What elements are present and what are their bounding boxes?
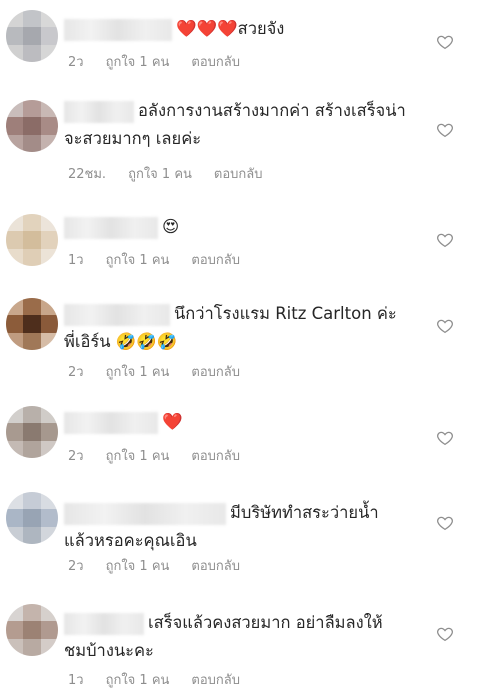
comment-time: 1ว xyxy=(68,673,84,688)
reply-link[interactable]: ตอบกลับ xyxy=(191,673,240,688)
comment-item: ❤️❤️❤️สวยจัง 2ว ถูกใจ 1 คน ตอบกลับ xyxy=(0,0,480,88)
comment-meta: 2ว ถูกใจ 1 คน ตอบกลับ xyxy=(68,51,262,72)
reply-link[interactable]: ตอบกลับ xyxy=(191,365,240,380)
reply-link[interactable]: ตอบกลับ xyxy=(214,167,263,182)
heart-outline-icon[interactable] xyxy=(436,625,454,643)
comment-item: ❤️ 2ว ถูกใจ 1 คน ตอบกลับ xyxy=(0,394,480,480)
like-count-link[interactable]: ถูกใจ 1 คน xyxy=(106,55,170,70)
comment-body: เสร็จแล้วคงสวยมาก อย่าลืมลงให้ ชมบ้างนะค… xyxy=(64,609,409,665)
comment-time: 1ว xyxy=(68,253,84,268)
username-blurred[interactable] xyxy=(64,502,226,525)
comment-text-line2: ชมบ้างนะคะ xyxy=(64,641,154,660)
username-blurred[interactable] xyxy=(64,100,134,123)
comment-item: เสร็จแล้วคงสวยมาก อย่าลืมลงให้ ชมบ้างนะค… xyxy=(0,592,480,696)
heart-outline-icon[interactable] xyxy=(436,317,454,335)
reply-link[interactable]: ตอบกลับ xyxy=(191,253,240,268)
comment-item: อลังการงานสร้างมากค่า สร้างเสร็จน่า จะสว… xyxy=(0,88,480,200)
username-blurred[interactable] xyxy=(64,612,144,635)
heart-outline-icon[interactable] xyxy=(436,231,454,249)
comment-text-line2: แล้วหรอคะคุณเอิน xyxy=(64,531,197,550)
like-count-link[interactable]: ถูกใจ 1 คน xyxy=(128,167,192,182)
comment-time: 2ว xyxy=(68,365,84,380)
comment-meta: 2ว ถูกใจ 1 คน ตอบกลับ xyxy=(68,445,262,466)
comment-meta: 2ว ถูกใจ 1 คน ตอบกลับ xyxy=(68,555,262,576)
comment-body: อลังการงานสร้างมากค่า สร้างเสร็จน่า จะสว… xyxy=(64,97,409,153)
comment-time: 22ชม. xyxy=(68,167,107,182)
comment-time: 2ว xyxy=(68,449,84,464)
reply-link[interactable]: ตอบกลับ xyxy=(191,55,240,70)
comment-body: นึกว่าโรงแรม Ritz Carlton ค่ะ พี่เอิร์น … xyxy=(64,300,409,356)
comment-text: 😍 xyxy=(162,217,180,236)
avatar[interactable] xyxy=(6,298,58,350)
avatar[interactable] xyxy=(6,604,58,656)
comment-body: ❤️ xyxy=(64,408,409,436)
heart-outline-icon[interactable] xyxy=(436,429,454,447)
comment-text-line2: พี่เอิร์น 🤣🤣🤣 xyxy=(64,332,178,351)
username-blurred[interactable] xyxy=(64,411,158,434)
comment-item: นึกว่าโรงแรม Ritz Carlton ค่ะ พี่เอิร์น … xyxy=(0,286,480,394)
username-blurred[interactable] xyxy=(64,18,172,41)
comment-text: อลังการงานสร้างมากค่า สร้างเสร็จน่า xyxy=(138,101,406,120)
heart-outline-icon[interactable] xyxy=(436,514,454,532)
avatar[interactable] xyxy=(6,100,58,152)
comment-meta: 1ว ถูกใจ 1 คน ตอบกลับ xyxy=(68,249,262,270)
comment-text: ❤️❤️❤️สวยจัง xyxy=(176,19,285,38)
avatar[interactable] xyxy=(6,492,58,544)
comment-text: เสร็จแล้วคงสวยมาก อย่าลืมลงให้ xyxy=(148,613,383,632)
comment-body: มีบริษัททำสระว่ายน้ำ แล้วหรอคะคุณเอิน xyxy=(64,499,409,555)
like-count-link[interactable]: ถูกใจ 1 คน xyxy=(106,559,170,574)
comment-item: 😍 1ว ถูกใจ 1 คน ตอบกลับ xyxy=(0,200,480,286)
comment-time: 2ว xyxy=(68,55,84,70)
username-blurred[interactable] xyxy=(64,216,158,239)
reply-link[interactable]: ตอบกลับ xyxy=(191,449,240,464)
comment-item: มีบริษัททำสระว่ายน้ำ แล้วหรอคะคุณเอิน 2ว… xyxy=(0,480,480,592)
comment-text-line2: จะสวยมากๆ เลยค่ะ xyxy=(64,129,202,148)
reply-link[interactable]: ตอบกลับ xyxy=(191,559,240,574)
like-count-link[interactable]: ถูกใจ 1 คน xyxy=(106,449,170,464)
comment-meta: 22ชม. ถูกใจ 1 คน ตอบกลับ xyxy=(68,163,285,184)
heart-outline-icon[interactable] xyxy=(436,121,454,139)
comment-body: 😍 xyxy=(64,213,409,241)
comment-text: มีบริษัททำสระว่ายน้ำ xyxy=(230,503,379,522)
comment-text: ❤️ xyxy=(162,412,183,431)
like-count-link[interactable]: ถูกใจ 1 คน xyxy=(106,253,170,268)
comment-time: 2ว xyxy=(68,559,84,574)
avatar[interactable] xyxy=(6,406,58,458)
comment-text: นึกว่าโรงแรม Ritz Carlton ค่ะ xyxy=(174,304,397,323)
avatar[interactable] xyxy=(6,214,58,266)
comment-body: ❤️❤️❤️สวยจัง xyxy=(64,15,409,43)
like-count-link[interactable]: ถูกใจ 1 คน xyxy=(106,365,170,380)
comment-meta: 2ว ถูกใจ 1 คน ตอบกลับ xyxy=(68,361,262,382)
username-blurred[interactable] xyxy=(64,303,170,326)
like-count-link[interactable]: ถูกใจ 1 คน xyxy=(106,673,170,688)
avatar[interactable] xyxy=(6,10,58,62)
comment-meta: 1ว ถูกใจ 1 คน ตอบกลับ xyxy=(68,669,262,690)
heart-outline-icon[interactable] xyxy=(436,33,454,51)
comment-list: ❤️❤️❤️สวยจัง 2ว ถูกใจ 1 คน ตอบกลับ อลังการ… xyxy=(0,0,480,696)
